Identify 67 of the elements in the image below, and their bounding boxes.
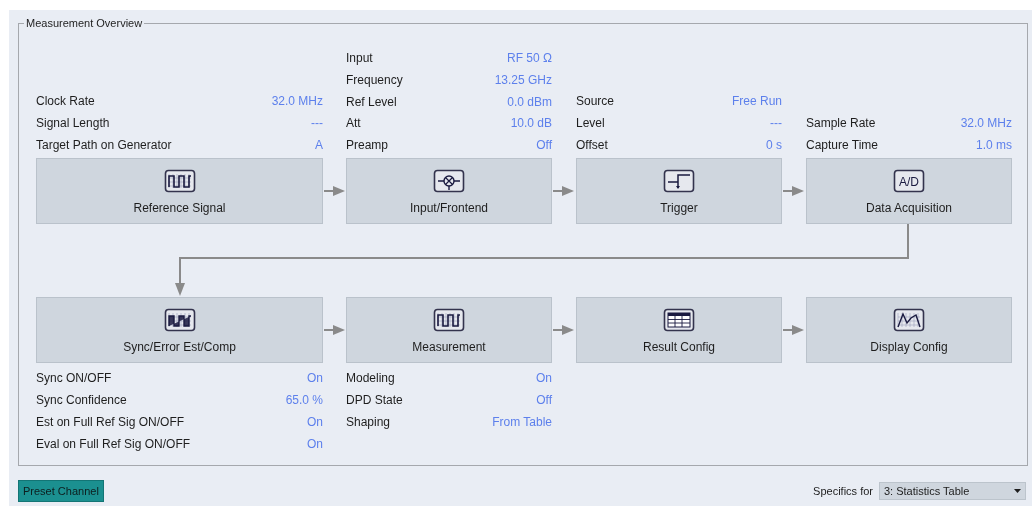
caret-icon [1014,489,1021,493]
param-label: Sync ON/OFF [36,370,112,387]
param-label: Eval on Full Ref Sig ON/OFF [36,436,191,453]
spectrum-icon [893,308,925,332]
param-label: Est on Full Ref Sig ON/OFF [36,414,185,431]
specifics-dropdown[interactable]: 3: Statistics Table [879,482,1026,500]
param-value: On [536,370,552,387]
param-value: 32.0 MHz [960,115,1012,132]
param-value: 0.0 dBm [507,93,552,111]
stage-button[interactable]: Sync/Error Est/Comp [36,297,323,363]
flow-arrow [783,325,805,335]
param-label: Shaping [346,414,391,431]
param-value: 1.0 ms [976,137,1012,154]
param-label: Sample Rate [806,115,876,132]
param-value: On [307,436,323,453]
param-label: Source [576,93,615,110]
converter-icon: A/D [893,169,925,193]
param-value: On [307,370,323,387]
param-label: Signal Length [36,115,110,132]
preset-channel-button[interactable]: Preset Channel [18,480,104,502]
param-value: Free Run [731,93,782,110]
flow-arrow [553,186,575,196]
param-value: Off [536,392,552,409]
trigger-icon [663,169,695,193]
param-value: 13.25 GHz [494,71,552,89]
stage-button[interactable]: Input/Frontend [346,158,552,224]
stage-button[interactable]: Reference Signal [36,158,323,224]
param-label: Att [346,115,361,133]
specifics-label: Specifics for [813,483,873,499]
param-label: Input [346,49,373,67]
param-label: DPD State [346,392,403,409]
param-value: --- [770,115,782,132]
param-label: Ref Level [346,93,397,111]
stage-button[interactable]: Trigger [576,158,782,224]
table-icon [663,308,695,332]
mixer-icon [433,169,465,193]
flow-arrow [323,186,346,196]
param-value: On [307,414,323,431]
param-value: 32.0 MHz [271,93,323,110]
flow-arrow [783,186,805,196]
stage-button[interactable]: A/D Data Acquisition [806,158,1012,224]
waveform-icon [433,308,465,332]
param-label: Offset [576,137,608,154]
param-value: From Table [492,414,552,431]
stage-button[interactable]: Measurement [346,297,552,363]
param-value: --- [311,115,323,132]
param-label: Frequency [346,71,403,89]
stage-button[interactable]: Display Config [806,297,1012,363]
param-label: Modeling [346,370,395,387]
param-value: RF 50 Ω [507,49,552,67]
param-label: Capture Time [806,137,879,154]
param-value: 10.0 dB [510,115,552,133]
param-label: Target Path on Generator [36,137,172,154]
param-value: A [315,137,323,154]
param-label: Sync Confidence [36,392,127,409]
param-label: Preamp [346,137,389,155]
waveform-icon [163,308,196,332]
flow-arrow [323,325,346,335]
param-label: Level [576,115,605,132]
param-value: 0 s [766,137,782,154]
stage-button[interactable]: Result Config [576,297,782,363]
flow-arrow [553,325,575,335]
param-value: 65.0 % [285,392,323,409]
param-value: Off [536,137,552,155]
panel-title: Measurement Overview [24,16,145,30]
waveform-icon [163,169,196,193]
param-label: Clock Rate [36,93,95,110]
